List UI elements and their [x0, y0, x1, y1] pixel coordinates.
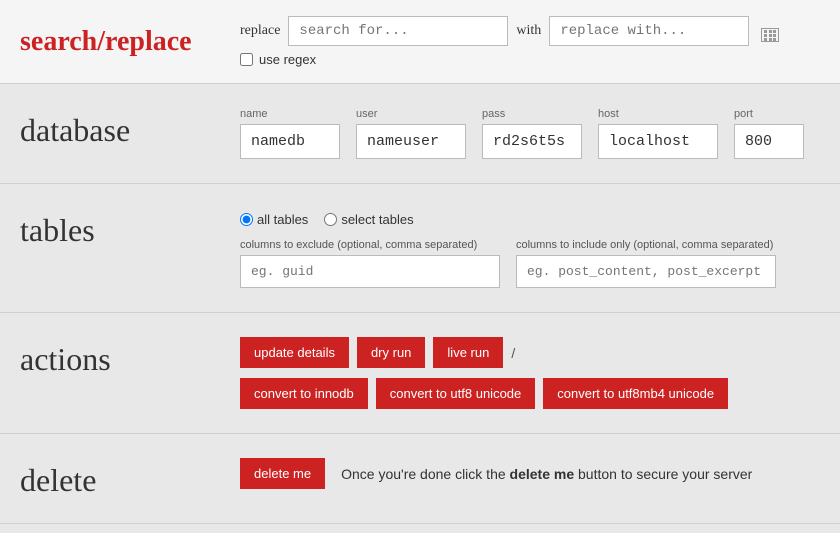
exclude-input[interactable]: [240, 255, 500, 288]
delete-row: delete me Once you're done click the del…: [240, 458, 820, 489]
convert-utf8-button[interactable]: convert to utf8 unicode: [376, 378, 536, 409]
convert-utf8mb4-button[interactable]: convert to utf8mb4 unicode: [543, 378, 728, 409]
logo-slash: /: [97, 26, 105, 57]
search-replace-controls: replace with use regex: [240, 16, 779, 67]
exclude-label: columns to exclude (optional, comma sepa…: [240, 239, 500, 251]
exclude-field: columns to exclude (optional, comma sepa…: [240, 239, 500, 288]
include-field: columns to include only (optional, comma…: [516, 239, 776, 288]
delete-content: delete me Once you're done click the del…: [240, 458, 820, 489]
actions-label: actions: [20, 337, 240, 378]
grid-icon: [761, 20, 779, 42]
db-user-field: user: [356, 108, 466, 159]
replace-label: replace: [240, 23, 280, 39]
db-name-field: name: [240, 108, 340, 159]
regex-label[interactable]: use regex: [259, 52, 316, 67]
radio-select-tables[interactable]: [324, 213, 337, 226]
regex-row: use regex: [240, 52, 779, 67]
logo-replace-text: replace: [105, 26, 192, 57]
radio-row: all tables select tables: [240, 208, 820, 227]
search-replace-row: replace with: [240, 16, 779, 46]
live-run-button[interactable]: live run: [433, 337, 503, 368]
db-host-label: host: [598, 108, 718, 120]
db-port-input[interactable]: [734, 124, 804, 159]
db-host-input[interactable]: [598, 124, 718, 159]
dry-run-button[interactable]: dry run: [357, 337, 425, 368]
with-label: with: [516, 23, 541, 39]
regex-checkbox[interactable]: [240, 53, 253, 66]
tables-label: tables: [20, 208, 240, 249]
actions-row-2: convert to innodb convert to utf8 unicod…: [240, 378, 820, 409]
include-input[interactable]: [516, 255, 776, 288]
slash-separator: /: [511, 345, 515, 361]
database-content: name user pass host port: [240, 108, 820, 159]
db-pass-label: pass: [482, 108, 582, 120]
replace-input[interactable]: [549, 16, 749, 46]
delete-text-bold: delete me: [510, 466, 575, 482]
logo: search/replace: [20, 26, 240, 58]
tables-content: all tables select tables columns to excl…: [240, 208, 820, 288]
logo-search: search: [20, 26, 97, 57]
db-fields: name user pass host port: [240, 108, 820, 159]
convert-innodb-button[interactable]: convert to innodb: [240, 378, 368, 409]
actions-row-1: update details dry run live run /: [240, 337, 820, 368]
radio-all-label[interactable]: all tables: [240, 212, 308, 227]
db-host-field: host: [598, 108, 718, 159]
radio-all-tables[interactable]: [240, 213, 253, 226]
db-name-input[interactable]: [240, 124, 340, 159]
db-port-field: port: [734, 108, 804, 159]
tables-section: tables all tables select tables columns …: [0, 184, 840, 313]
db-name-label: name: [240, 108, 340, 120]
include-label: columns to include only (optional, comma…: [516, 239, 776, 251]
db-port-label: port: [734, 108, 804, 120]
delete-description: Once you're done click the delete me but…: [341, 466, 752, 482]
database-section: database name user pass host port: [0, 84, 840, 184]
update-details-button[interactable]: update details: [240, 337, 349, 368]
actions-content: update details dry run live run / conver…: [240, 337, 820, 409]
delete-section: delete delete me Once you're done click …: [0, 434, 840, 524]
delete-me-button[interactable]: delete me: [240, 458, 325, 489]
columns-row: columns to exclude (optional, comma sepa…: [240, 239, 820, 288]
search-input[interactable]: [288, 16, 508, 46]
radio-select-label[interactable]: select tables: [324, 212, 413, 227]
delete-text-prefix: Once you're done click the: [341, 466, 509, 482]
db-pass-field: pass: [482, 108, 582, 159]
database-label: database: [20, 108, 240, 149]
actions-section: actions update details dry run live run …: [0, 313, 840, 434]
delete-text-suffix: button to secure your server: [574, 466, 752, 482]
db-user-label: user: [356, 108, 466, 120]
db-user-input[interactable]: [356, 124, 466, 159]
header-section: search/replace replace with use regex: [0, 0, 840, 84]
delete-label: delete: [20, 458, 240, 499]
db-pass-input[interactable]: [482, 124, 582, 159]
